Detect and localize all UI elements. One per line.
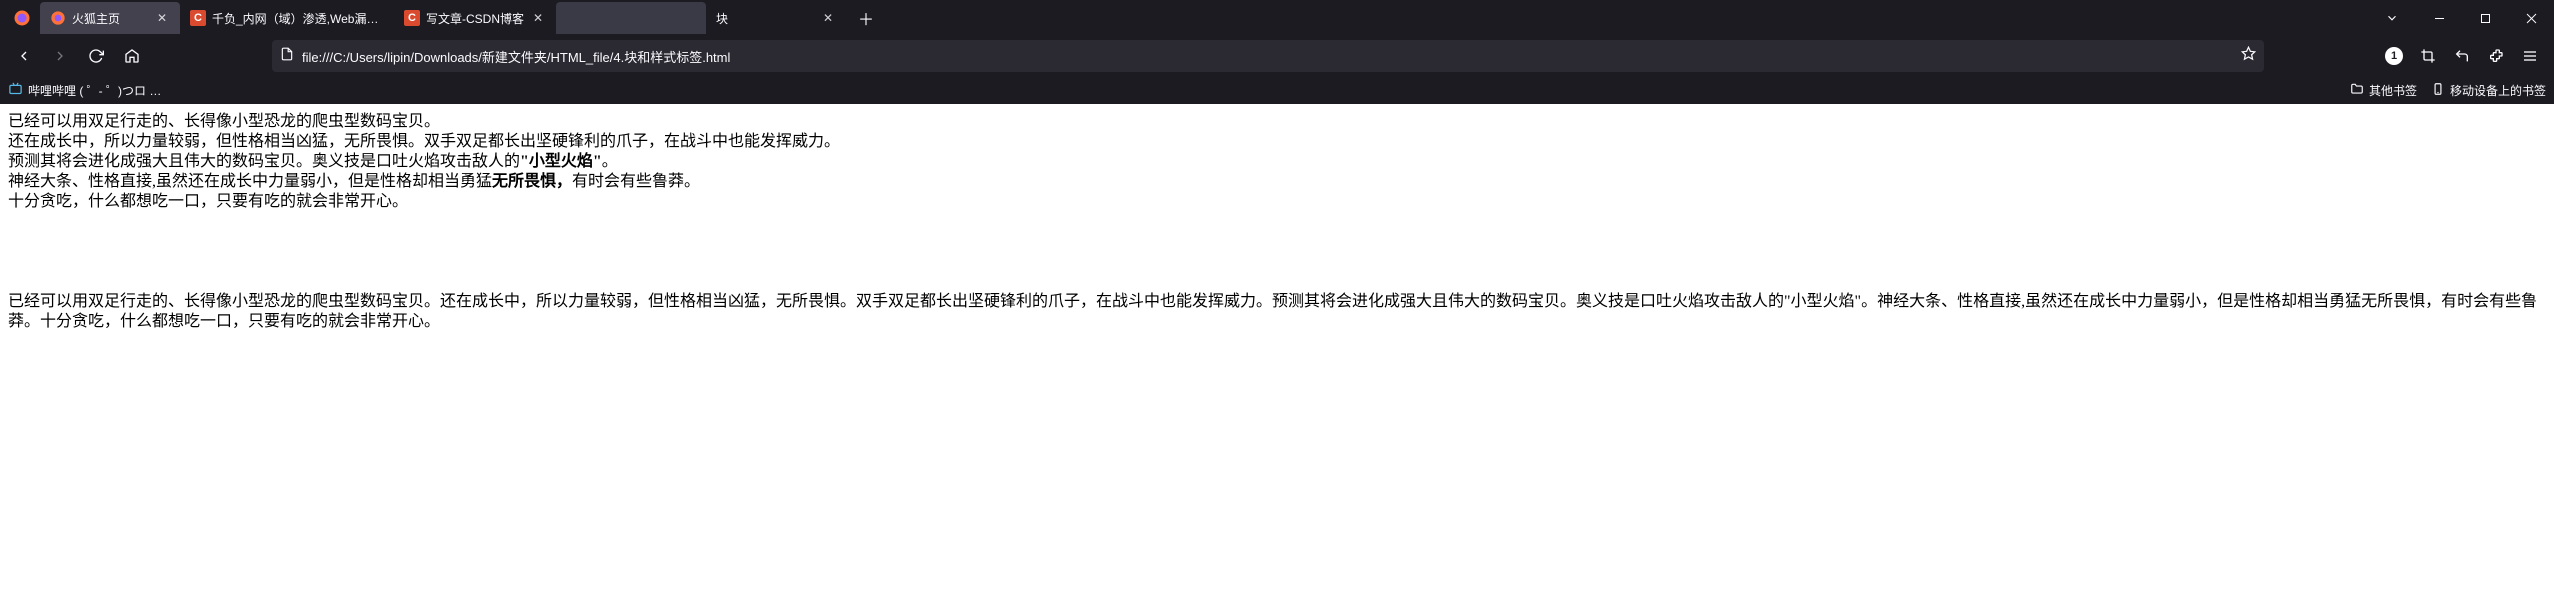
bookmark-item[interactable]: 哔哩哔哩 ( ゜- ゜)つロ … [8,81,161,99]
tab-title: 千负_内网（域）渗透,Web漏洞… [212,10,384,27]
close-tab-icon[interactable]: ✕ [154,10,170,26]
bookmark-label: 移动设备上的书签 [2450,82,2546,99]
firefox-app-icon [8,4,36,32]
browser-tab[interactable]: C 写文章-CSDN博客 ✕ [394,2,556,34]
bookmark-star-icon[interactable] [2241,46,2256,66]
bookmark-label: 其他书签 [2369,82,2417,99]
firefox-icon [50,10,66,26]
text-line: 还在成长中，所以力量较弱，但性格相当凶猛，无所畏惧。双手双足都长出坚硬锋利的爪子… [8,132,2546,152]
browser-tab[interactable]: 火狐主页 ✕ [40,2,180,34]
window-controls [2416,3,2554,33]
csdn-icon: C [404,10,420,26]
text-line: 预测其将会进化成强大且伟大的数码宝贝。奥义技是口吐火焰攻击敌人的"小型火焰"。 [8,152,2546,172]
extensions-icon[interactable] [2480,40,2512,72]
tab-title: 写文章-CSDN博客 [426,10,524,27]
browser-tab[interactable] [556,2,706,34]
home-button[interactable] [116,40,148,72]
app-menu-button[interactable] [2514,40,2546,72]
bookmark-label: 哔哩哔哩 ( ゜- ゜)つロ … [28,82,161,99]
folder-icon [2350,82,2364,99]
nav-bar: file:///C:/Users/lipin/Downloads/新建文件夹/H… [0,36,2554,76]
url-bar[interactable]: file:///C:/Users/lipin/Downloads/新建文件夹/H… [272,40,2264,72]
mobile-icon [2431,82,2445,99]
close-tab-icon[interactable]: ✕ [820,10,836,26]
tabs-dropdown-button[interactable] [2376,2,2408,34]
minimize-button[interactable] [2416,3,2462,33]
tab-bar: 火狐主页✕C千负_内网（域）渗透,Web漏洞…C写文章-CSDN博客✕块✕ ＋ [0,0,2554,36]
extension-badge-button[interactable]: 1 [2378,40,2410,72]
text-line: 神经大条、性格直接,虽然还在成长中力量弱小，但是性格却相当勇猛无所畏惧，有时会有… [8,172,2546,192]
crop-icon[interactable] [2412,40,2444,72]
page-content: 已经可以用双足行走的、长得像小型恐龙的爬虫型数码宝贝。还在成长中，所以力量较弱，… [0,104,2554,340]
text-line: 十分贪吃，什么都想吃一口，只要有吃的就会非常开心。 [8,192,2546,212]
forward-button[interactable] [44,40,76,72]
close-window-button[interactable] [2508,3,2554,33]
new-tab-button[interactable]: ＋ [852,4,880,32]
browser-tab[interactable]: 块✕ [706,2,846,34]
bookmark-item[interactable]: 其他书签 [2350,82,2417,99]
bookmark-item[interactable]: 移动设备上的书签 [2431,82,2546,99]
tab-title: 块 [716,10,814,27]
maximize-button[interactable] [2462,3,2508,33]
csdn-icon: C [190,10,206,26]
url-text[interactable]: file:///C:/Users/lipin/Downloads/新建文件夹/H… [302,47,2233,66]
forward-share-icon[interactable] [2446,40,2478,72]
reload-button[interactable] [80,40,112,72]
browser-tab[interactable]: C 千负_内网（域）渗透,Web漏洞… [180,2,394,34]
paragraph-block: 已经可以用双足行走的、长得像小型恐龙的爬虫型数码宝贝。还在成长中，所以力量较弱，… [8,292,2546,332]
back-button[interactable] [8,40,40,72]
tab-title: 火狐主页 [72,10,148,27]
close-tab-icon[interactable]: ✕ [530,10,546,26]
text-line: 已经可以用双足行走的、长得像小型恐龙的爬虫型数码宝贝。 [8,112,2546,132]
file-icon [280,47,294,66]
bookmarks-bar: 哔哩哔哩 ( ゜- ゜)つロ … 其他书签 移动设备上的书签 [0,76,2554,104]
bilibili-icon [8,81,23,99]
